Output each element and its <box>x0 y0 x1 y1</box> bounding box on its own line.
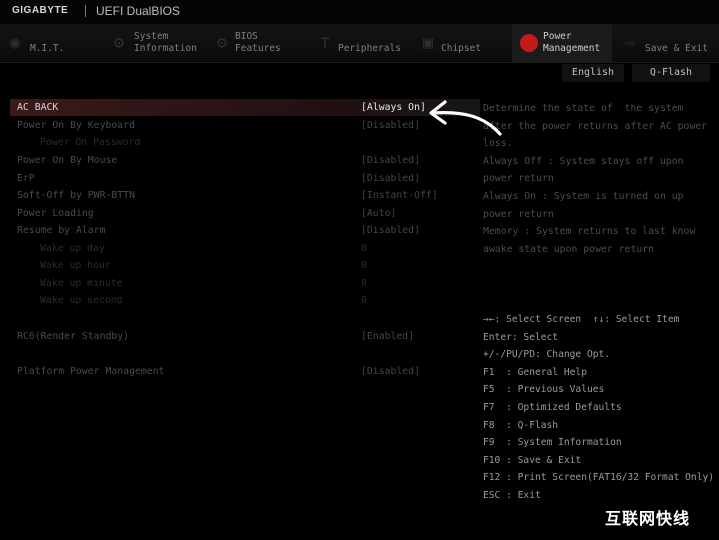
setting-row-wake-up-day[interactable]: Wake up day 0 <box>10 240 480 257</box>
setting-row-platform-power-management[interactable]: Platform Power Management [Disabled] <box>10 363 480 380</box>
setting-row-resume-by-alarm[interactable]: Resume by Alarm [Disabled] <box>10 222 480 239</box>
exit-icon: ⇨ <box>624 33 636 53</box>
help-line: power return <box>483 208 554 220</box>
setting-row-soft-off-by-pwr-bttn[interactable]: Soft-Off by PWR-BTTN [Instant-Off] <box>10 187 480 204</box>
setting-value[interactable]: [Disabled] <box>361 117 420 134</box>
annotation-arrow-icon <box>429 100 502 136</box>
setting-value[interactable]: [Disabled] <box>361 363 420 380</box>
qflash-button[interactable]: Q-Flash <box>632 64 710 82</box>
title-bar: GIGABYTE UEFI DualBIOS <box>0 0 719 24</box>
key-line: F12 : Print Screen(FAT16/32 Format Only) <box>483 472 715 484</box>
tab-chipset[interactable]: ▣ Chipset <box>413 24 510 62</box>
setting-value[interactable]: 0 <box>361 240 367 257</box>
setting-name: ErP <box>17 173 35 184</box>
setting-value[interactable]: [Disabled] <box>361 152 420 169</box>
setting-row-power-loading[interactable]: Power Loading [Auto] <box>10 205 480 222</box>
setting-row-wake-up-minute[interactable]: Wake up minute 0 <box>10 275 480 292</box>
setting-name: Soft-Off by PWR-BTTN <box>17 190 135 201</box>
help-line: awake state upon power return <box>483 243 655 255</box>
setting-name: Wake up hour <box>40 260 111 271</box>
tab-power-management[interactable]: Power Management <box>512 24 612 62</box>
language-button[interactable]: English <box>562 64 624 82</box>
setting-name: RC6(Render Standby) <box>17 331 130 342</box>
setting-row-wake-up-second[interactable]: Wake up second 0 <box>10 292 480 309</box>
brand-logo: GIGABYTE <box>12 5 69 16</box>
brand-separator <box>85 5 86 17</box>
key-line: →←: Select Screen ↑↓: Select Item <box>483 314 680 325</box>
setting-name: Wake up minute <box>40 278 123 289</box>
watermark-text: 互联网快线 <box>605 509 691 528</box>
gears-icon: ⚙ <box>216 33 228 53</box>
setting-value[interactable]: 0 <box>361 257 367 274</box>
key-line: F9 : System Information <box>483 437 622 449</box>
setting-row-power-on-by-mouse[interactable]: Power On By Mouse [Disabled] <box>10 152 480 169</box>
setting-value[interactable]: [Instant-Off] <box>361 187 438 204</box>
key-line: Enter: Select <box>483 331 559 343</box>
key-line: F1 : General Help <box>483 366 587 378</box>
tab-label: Chipset <box>441 43 482 54</box>
tab-peripherals[interactable]: ⊤ Peripherals <box>310 24 410 62</box>
tab-system-information[interactable]: ⚙ System Information <box>104 24 204 62</box>
setting-name: Power On Password <box>40 137 141 148</box>
setting-row-erp[interactable]: ErP [Disabled] <box>10 170 480 187</box>
setting-value[interactable]: [Enabled] <box>361 328 414 345</box>
gear-icon: ⚙ <box>113 33 125 53</box>
tab-label: Save & Exit <box>645 43 708 54</box>
setting-name: Wake up second <box>40 295 123 306</box>
setting-row-power-on-password[interactable]: Power On Password <box>10 134 480 151</box>
setting-name: AC BACK <box>17 102 59 113</box>
help-line: Determine the state of the system <box>483 103 684 114</box>
key-line: ESC : Exit <box>483 489 541 501</box>
tab-mit[interactable]: ◉ M.I.T. <box>0 24 100 62</box>
key-line: F5 : Previous Values <box>483 384 605 396</box>
help-line: after the power returns after AC power <box>483 120 708 132</box>
setting-value[interactable]: [Disabled] <box>361 222 420 239</box>
setting-name: Platform Power Management <box>17 366 165 377</box>
setting-value[interactable]: [Auto] <box>361 205 396 222</box>
help-panel: Determine the state of the system after … <box>483 100 708 258</box>
key-legend: →←: Select Screen ↑↓: Select Item Enter:… <box>483 311 719 505</box>
product-name: UEFI DualBIOS <box>96 4 181 18</box>
key-line: F10 : Save & Exit <box>483 454 582 466</box>
chipset-icon: ▣ <box>422 33 434 53</box>
tab-label: BIOS Features <box>235 31 281 54</box>
help-line: Always On : System is turned on up <box>483 190 684 202</box>
setting-name: Resume by Alarm <box>17 225 106 236</box>
setting-value[interactable]: [Always On] <box>361 99 426 116</box>
tab-save-exit[interactable]: ⇨ Save & Exit <box>615 24 719 62</box>
setting-row-power-on-by-keyboard[interactable]: Power On By Keyboard [Disabled] <box>10 117 480 134</box>
setting-value[interactable]: 0 <box>361 275 367 292</box>
help-line: Memory : System returns to last know <box>483 226 696 238</box>
help-line: Always Off : System stays off upon <box>483 155 684 167</box>
key-line: F7 : Optimized Defaults <box>483 401 622 413</box>
setting-row-ac-back[interactable]: AC BACK [Always On] <box>10 99 480 116</box>
setting-name: Power Loading <box>17 208 94 219</box>
setting-name: Power On By Keyboard <box>17 120 135 131</box>
tab-label: M.I.T. <box>30 43 65 54</box>
key-line: +/-/PU/PD: Change Opt. <box>483 349 611 361</box>
setting-row-wake-up-hour[interactable]: Wake up hour 0 <box>10 257 480 274</box>
tab-label: System Information <box>134 31 197 54</box>
setting-name: Power On By Mouse <box>17 155 118 166</box>
tab-label: Power Management <box>543 31 601 54</box>
mit-icon: ◉ <box>9 33 21 53</box>
peripherals-icon: ⊤ <box>319 33 331 53</box>
setting-value[interactable]: 0 <box>361 292 367 309</box>
help-line: power return <box>483 173 554 185</box>
setting-row-rc6-render-standby[interactable]: RC6(Render Standby) [Enabled] <box>10 328 480 345</box>
help-line: loss. <box>483 138 513 150</box>
setting-name: Wake up day <box>40 243 105 254</box>
key-line: F8 : Q-Flash <box>483 419 559 431</box>
tab-bios-features[interactable]: ⚙ BIOS Features <box>207 24 307 62</box>
power-icon <box>520 34 538 52</box>
tab-label: Peripherals <box>338 43 401 54</box>
setting-value[interactable]: [Disabled] <box>361 170 420 187</box>
